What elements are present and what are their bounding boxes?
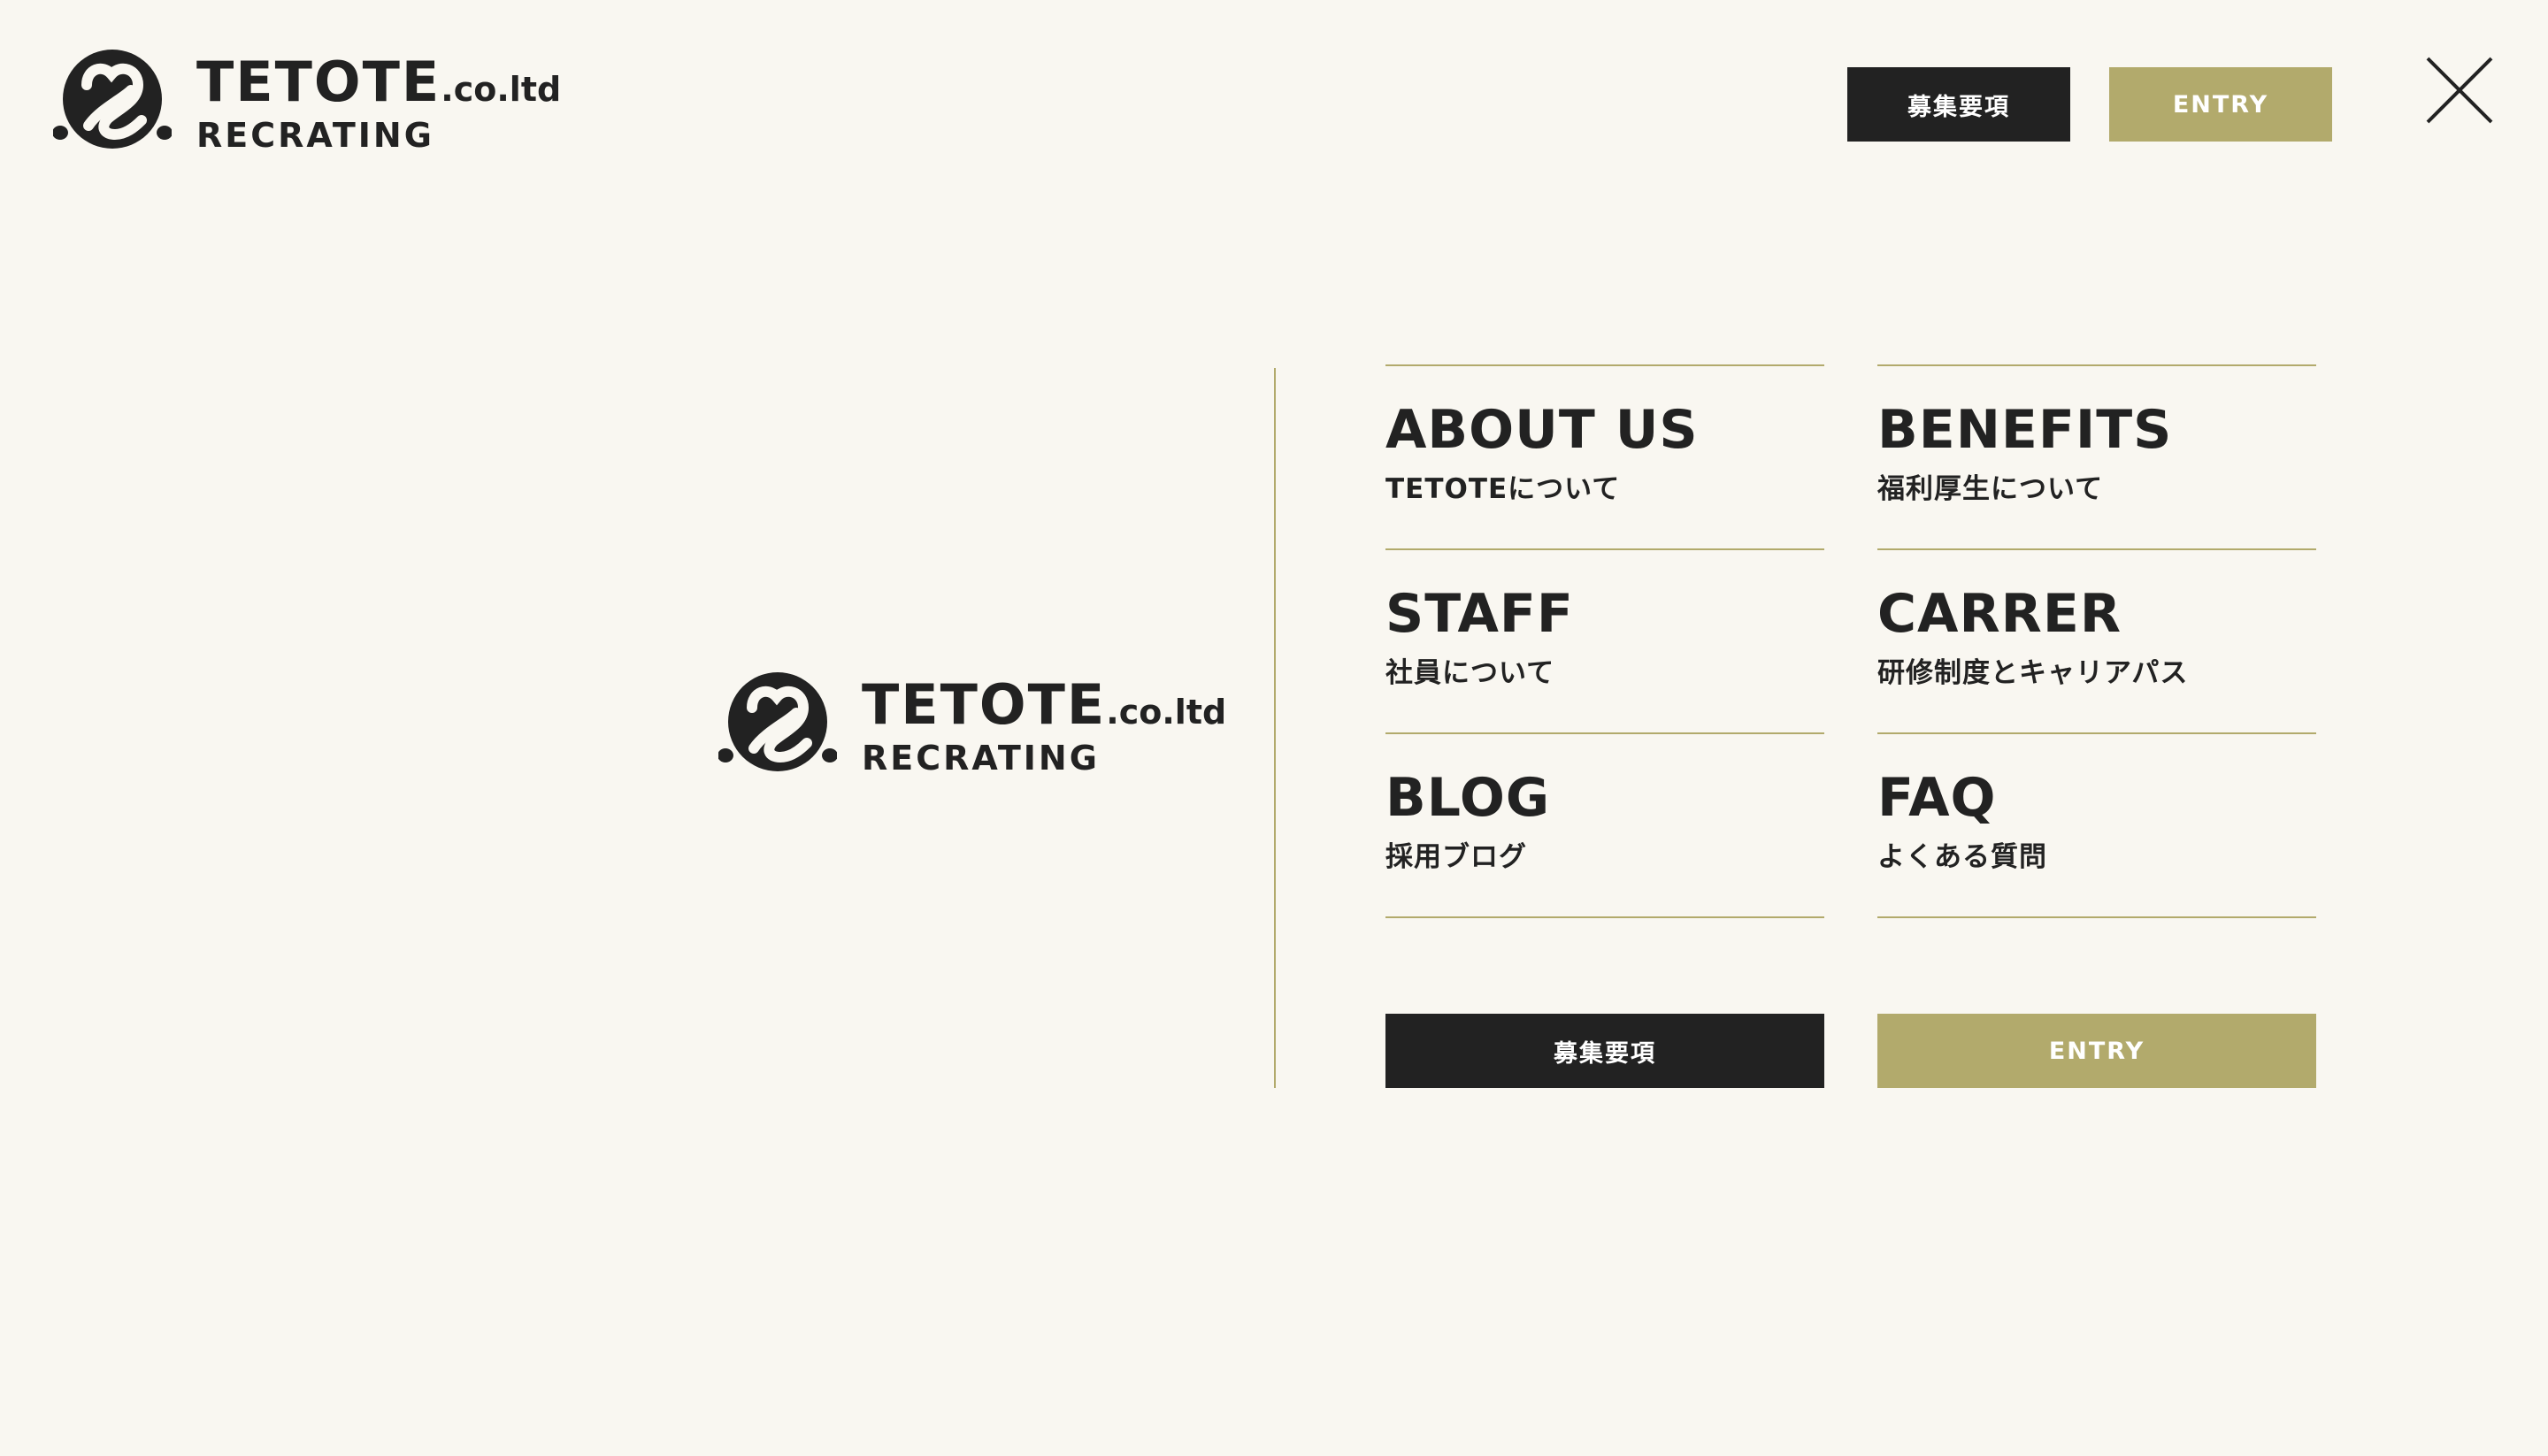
logo-name: TETOTE (862, 672, 1107, 737)
logo-subtitle: RECRATING (196, 116, 434, 155)
close-icon[interactable] (2424, 55, 2495, 126)
nav-item-title: BENEFITS (1877, 399, 2173, 461)
nav-item-title: STAFF (1385, 583, 1574, 645)
logo-suffix: .co.ltd (441, 70, 562, 109)
menu-logo-text: TETOTE .co.ltd RECRATING (862, 678, 1226, 778)
nav-item-subtitle: TETOTEについて (1385, 473, 1621, 505)
menu-entry-button[interactable]: ENTRY (1877, 1014, 2316, 1088)
logo-name-row: TETOTE .co.ltd (862, 678, 1226, 732)
nav-column-right: BENEFITS 福利厚生について CARRER 研修制度とキャリアパス FAQ… (1877, 364, 2316, 918)
pretzel-logo-icon (718, 672, 837, 771)
nav-item-staff[interactable]: STAFF 社員について (1385, 548, 1824, 732)
nav-item-carrer[interactable]: CARRER 研修制度とキャリアパス (1877, 548, 2316, 732)
logo-subtitle: RECRATING (862, 739, 1100, 778)
nav-item-about-us[interactable]: ABOUT US TETOTEについて (1385, 364, 1824, 548)
nav-item-faq[interactable]: FAQ よくある質問 (1877, 732, 2316, 918)
pretzel-logo-icon (53, 50, 172, 149)
nav-item-subtitle: 福利厚生について (1877, 473, 2104, 505)
logo-name-row: TETOTE .co.ltd (196, 55, 561, 110)
nav-item-title: CARRER (1877, 583, 2122, 645)
logo-suffix: .co.ltd (1106, 693, 1227, 732)
nav-item-title: BLOG (1385, 767, 1551, 829)
menu-logo[interactable]: TETOTE .co.ltd RECRATING (718, 669, 1226, 784)
menu-recruit-button[interactable]: 募集要項 (1385, 1014, 1824, 1088)
nav-item-subtitle: 採用ブログ (1385, 841, 1527, 873)
menu-divider (1274, 368, 1276, 1088)
logo-name: TETOTE (196, 50, 441, 114)
nav-item-title: FAQ (1877, 767, 1997, 829)
nav-item-subtitle: 社員について (1385, 657, 1555, 689)
header-recruit-button[interactable]: 募集要項 (1847, 67, 2070, 142)
header-entry-button[interactable]: ENTRY (2109, 67, 2332, 142)
nav-item-blog[interactable]: BLOG 採用ブログ (1385, 732, 1824, 918)
nav-item-benefits[interactable]: BENEFITS 福利厚生について (1877, 364, 2316, 548)
nav-item-subtitle: よくある質問 (1877, 841, 2047, 873)
header-logo-link[interactable]: TETOTE .co.ltd RECRATING (53, 46, 561, 161)
header-logo-text: TETOTE .co.ltd RECRATING (196, 55, 561, 155)
nav-item-subtitle: 研修制度とキャリアパス (1877, 657, 2189, 689)
nav-column-left: ABOUT US TETOTEについて STAFF 社員について BLOG 採用… (1385, 364, 1824, 918)
nav-item-title: ABOUT US (1385, 399, 1699, 461)
